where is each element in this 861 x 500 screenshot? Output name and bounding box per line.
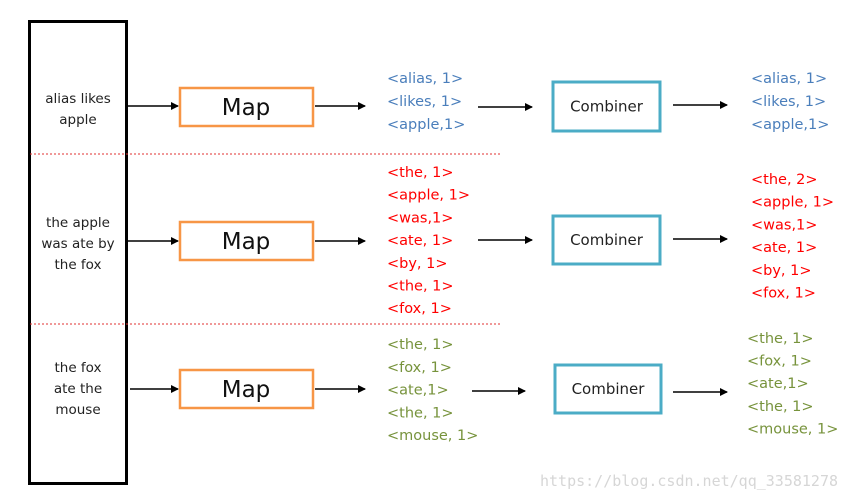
map-output-pair: <mouse, 1> (387, 428, 478, 444)
map-label: Map (222, 95, 271, 121)
map-output-pair: <was,1> (387, 210, 453, 226)
combiner-output-pair: <ate,1> (747, 376, 809, 392)
mapreduce-combiner-diagram: alias likes apple Map <alias, 1> <likes, 1> <… (28, 20, 838, 490)
combiner-output-pair: <apple,1> (751, 117, 829, 133)
input-split-text: the apple (46, 215, 110, 231)
combiner-output-pair: <was,1> (751, 217, 817, 233)
combiner-output-pair: <apple, 1> (751, 195, 834, 211)
input-split-text: the fox (54, 360, 101, 376)
combiner-output-pair: <the, 1> (747, 399, 814, 415)
combiner-label: Combiner (572, 380, 646, 398)
map-output-pair: <the, 1> (387, 165, 454, 181)
combiner-output-pair: <fox, 1> (751, 286, 816, 302)
combiner-output-pair: <by, 1> (751, 263, 812, 279)
map-label: Map (222, 229, 271, 255)
input-split-text: ate the (54, 381, 102, 397)
map-output-pair: <the, 1> (387, 279, 454, 295)
map-output-pair: <likes, 1> (387, 94, 462, 110)
input-split-text: mouse (55, 402, 100, 418)
map-output-pair: <apple, 1> (387, 188, 470, 204)
input-split-text: apple (59, 112, 96, 128)
input-split-text: was ate by (41, 236, 114, 252)
combiner-output-pair: <alias, 1> (751, 71, 827, 87)
map-output-pair: <the, 1> (387, 405, 454, 421)
combiner-output-pair: <the, 2> (751, 172, 818, 188)
combiner-label: Combiner (570, 231, 644, 249)
combiner-output-pair: <likes, 1> (751, 94, 826, 110)
map-output-pair: <fox, 1> (387, 301, 452, 317)
map-output-pair: <fox, 1> (387, 360, 452, 376)
map-output-pair: <the, 1> (387, 337, 454, 353)
input-split-text: alias likes (45, 91, 111, 107)
map-output-pair: <ate, 1> (387, 233, 453, 249)
map-label: Map (222, 377, 271, 403)
combiner-output-pair: <ate, 1> (751, 240, 817, 256)
input-split-text: the fox (54, 257, 101, 273)
combiner-output-pair: <mouse, 1> (747, 421, 838, 437)
map-output-pair: <ate,1> (387, 383, 449, 399)
map-output-pair: <alias, 1> (387, 71, 463, 87)
combiner-output-pair: <fox, 1> (747, 354, 812, 370)
map-output-pair: <by, 1> (387, 256, 448, 272)
combiner-output-pair: <the, 1> (747, 331, 814, 347)
map-output-pair: <apple,1> (387, 117, 465, 133)
watermark: https://blog.csdn.net/qq_33581278 (540, 472, 838, 490)
combiner-label: Combiner (570, 98, 644, 116)
